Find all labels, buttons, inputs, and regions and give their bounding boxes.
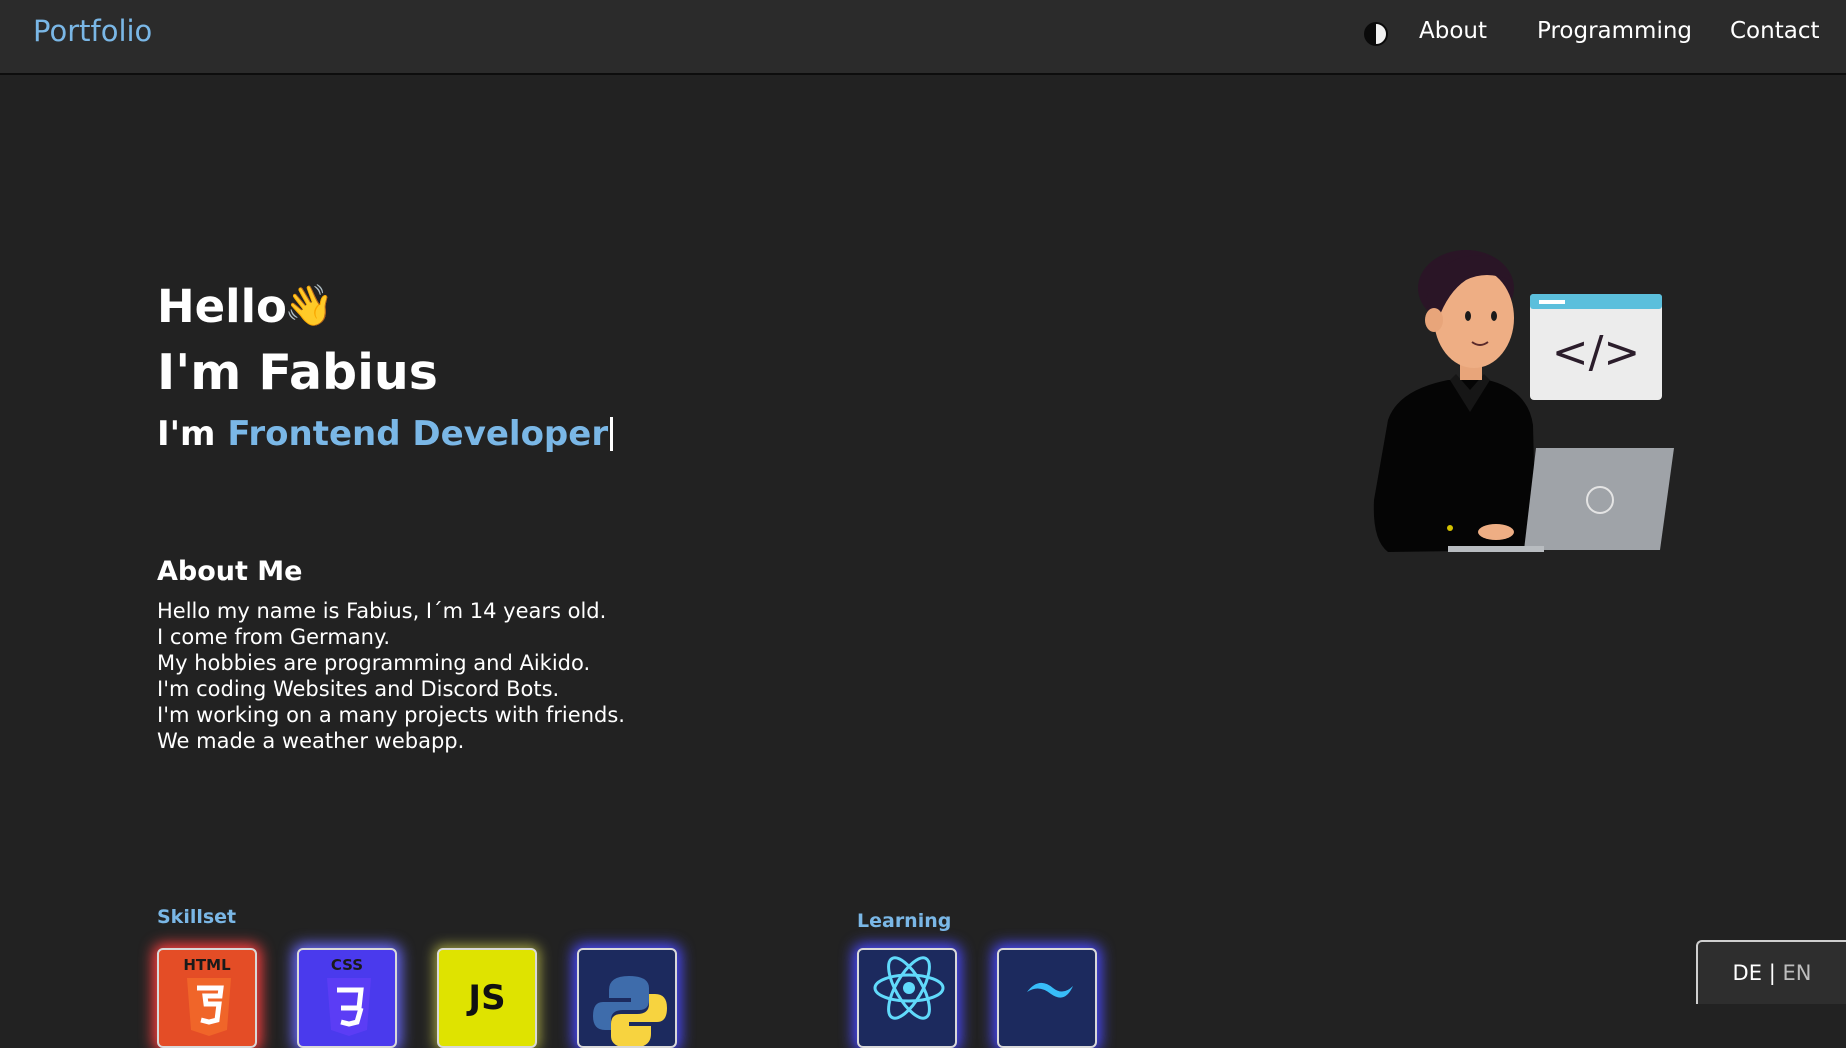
nav-link-programming[interactable]: Programming [1537,18,1692,44]
theme-toggle-icon[interactable] [1364,22,1388,46]
navbar: Portfolio About Programming Contact [0,0,1846,75]
about-line: I come from Germany. [157,625,391,649]
about-title: About Me [157,556,303,587]
language-de[interactable]: DE [1733,961,1762,985]
about-line: I'm coding Websites and Discord Bots. [157,677,560,701]
html5-icon[interactable]: HTML [157,948,257,1048]
developer-illustration: </> [1373,250,1674,552]
hero-role-prefix: I'm [157,414,216,454]
about-line: I'm working on a many projects with frie… [157,703,625,727]
tailwind-wave [1027,982,1073,998]
about-line: My hobbies are programming and Aikido. [157,651,591,675]
hero-role: I'm Frontend Developer [157,414,614,454]
html5-shield [187,978,231,1036]
hero-greeting: Hello [157,280,287,333]
about-text: Hello my name is Fabius, I´m 14 years ol… [157,598,625,754]
css3-icon[interactable]: CSS [297,948,397,1048]
hero-role-highlight: Frontend Developer [227,414,609,454]
language-en[interactable]: EN [1782,961,1811,985]
svg-text:</>: </> [1552,327,1641,378]
javascript-icon[interactable]: JS [437,948,537,1048]
language-switcher: DE | EN [1696,940,1846,1004]
python-icon[interactable] [577,948,677,1048]
css3-shield [327,978,371,1036]
react-icon[interactable] [857,948,957,1048]
learning-title: Learning [857,910,952,932]
nav-link-about[interactable]: About [1419,18,1487,44]
about-line: Hello my name is Fabius, I´m 14 years ol… [157,599,607,623]
typing-cursor [610,417,614,451]
tailwind-icon[interactable] [997,948,1097,1048]
js-label: JS [468,978,506,1018]
skillset-title: Skillset [157,906,237,928]
hero-name: I'm Fabius [157,344,438,401]
about-line: We made a weather webapp. [157,729,465,753]
waving-hand-icon: 👋 [284,283,334,329]
nav-link-contact[interactable]: Contact [1730,18,1819,44]
brand-logo[interactable]: Portfolio [33,14,152,48]
python-logo [593,976,667,1046]
language-separator: | [1768,961,1776,985]
react-atom [873,956,945,1020]
